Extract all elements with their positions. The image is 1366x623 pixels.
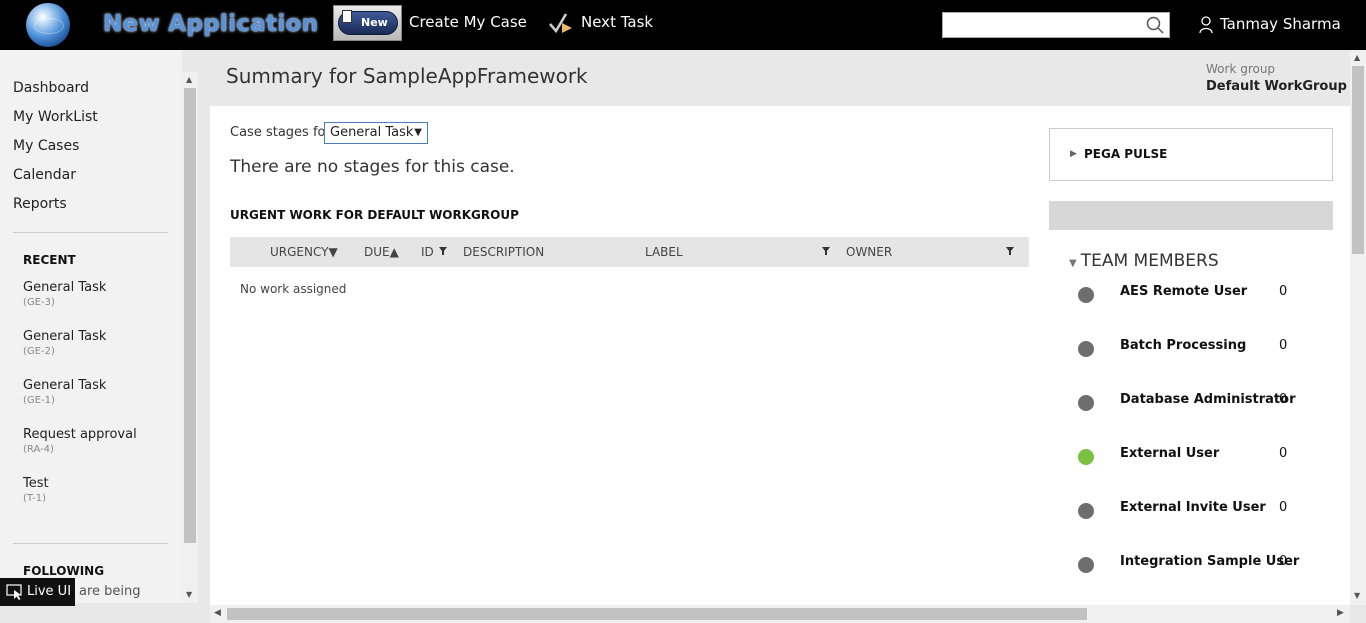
- urgent-work-heading: URGENT WORK FOR DEFAULT WORKGROUP: [230, 208, 519, 222]
- team-member-count: 0: [1279, 554, 1288, 569]
- scroll-down-icon[interactable]: ▼: [186, 590, 192, 599]
- no-work-message: No work assigned: [240, 282, 347, 296]
- team-member-name[interactable]: External Invite User: [1120, 500, 1266, 515]
- recent-item-title[interactable]: Test: [23, 476, 49, 491]
- filter-icon[interactable]: [1006, 247, 1014, 255]
- presence-offline-icon: [1078, 557, 1094, 573]
- filter-icon[interactable]: [822, 247, 830, 255]
- column-description[interactable]: DESCRIPTION: [463, 245, 544, 259]
- team-member-name[interactable]: External User: [1120, 446, 1219, 461]
- column-label[interactable]: LABEL: [645, 245, 683, 259]
- team-member-count: 0: [1279, 392, 1288, 407]
- sidebar-item-calendar[interactable]: Calendar: [13, 167, 76, 183]
- search-icon[interactable]: [1146, 16, 1164, 34]
- team-member-count: 0: [1279, 446, 1288, 461]
- next-task-icon[interactable]: [548, 11, 574, 35]
- expand-arrow-icon[interactable]: ▶: [1070, 149, 1077, 159]
- pega-pulse-title[interactable]: PEGA PULSE: [1084, 147, 1167, 161]
- urgent-work-table-header: URGENCY▼ DUE▲ ID DESCRIPTION LABEL OWNER: [230, 237, 1029, 267]
- recent-item-id: (T-1): [23, 493, 46, 504]
- team-members-title: TEAM MEMBERS: [1080, 251, 1219, 271]
- workgroup-value[interactable]: Default WorkGroup: [1206, 79, 1347, 94]
- recent-item-title[interactable]: General Task: [23, 378, 106, 393]
- team-member-name[interactable]: Database Administrator: [1120, 392, 1295, 407]
- scroll-left-icon[interactable]: ◀: [214, 608, 221, 618]
- presence-offline-icon: [1078, 395, 1094, 411]
- create-my-case-link[interactable]: Create My Case: [409, 13, 527, 31]
- app-title[interactable]: New Application: [103, 11, 318, 37]
- team-member-count: 0: [1279, 500, 1288, 515]
- following-text: are being: [79, 584, 141, 599]
- recent-item-title[interactable]: General Task: [23, 329, 106, 344]
- column-id[interactable]: ID: [421, 245, 434, 259]
- team-member-name[interactable]: Integration Sample User: [1120, 554, 1299, 569]
- main-horizontal-scrollbar[interactable]: ◀ ▶: [210, 605, 1350, 623]
- team-member-count: 0: [1279, 338, 1288, 353]
- sidebar-item-dashboard[interactable]: Dashboard: [13, 80, 89, 96]
- scroll-up-icon[interactable]: ▲: [186, 75, 192, 84]
- case-type-select[interactable]: General Task ▼: [324, 122, 428, 144]
- sort-desc-icon: ▼: [328, 245, 338, 259]
- case-type-select-value: General Task: [330, 125, 414, 140]
- main-content: Summary for SampleAppFramework Work grou…: [210, 50, 1350, 605]
- team-members-heading[interactable]: ▼ TEAM MEMBERS: [1069, 251, 1219, 271]
- pega-pulse-panel[interactable]: ▶ PEGA PULSE: [1049, 128, 1333, 181]
- recent-item-id: (GE-1): [23, 395, 55, 406]
- next-task-link[interactable]: Next Task: [581, 13, 653, 31]
- scroll-up-icon[interactable]: ▲: [1354, 53, 1360, 62]
- sidebar-item-my-cases[interactable]: My Cases: [13, 138, 79, 154]
- sidebar-item-reports[interactable]: Reports: [13, 196, 67, 212]
- sort-asc-icon: ▲: [389, 245, 399, 259]
- column-urgency-label: URGENCY: [270, 245, 329, 259]
- document-icon: [342, 10, 352, 23]
- horizontal-scroll-thumb[interactable]: [227, 608, 1087, 620]
- new-button[interactable]: New: [333, 5, 402, 41]
- main-vertical-scrollbar[interactable]: ▲ ▼: [1350, 50, 1366, 605]
- sidebar-divider: [13, 543, 168, 544]
- recent-heading: RECENT: [23, 253, 76, 267]
- sidebar-scroll-thumb[interactable]: [184, 88, 196, 543]
- presence-offline-icon: [1078, 503, 1094, 519]
- summary-header: Summary for SampleAppFramework Work grou…: [210, 50, 1350, 106]
- recent-item-id: (GE-2): [23, 346, 55, 357]
- workgroup-label: Work group: [1206, 62, 1276, 76]
- recent-item-id: (GE-3): [23, 297, 55, 308]
- presence-online-icon: [1078, 449, 1094, 465]
- top-bar: New Application New Create My Case Next …: [0, 0, 1366, 50]
- sidebar: Dashboard My WorkList My Cases Calendar …: [0, 50, 182, 603]
- column-owner[interactable]: OWNER: [846, 245, 892, 259]
- page-title: Summary for SampleAppFramework: [226, 64, 588, 88]
- globe-logo-icon[interactable]: [26, 3, 70, 47]
- scroll-down-icon[interactable]: ▼: [1354, 591, 1360, 600]
- recent-item-title[interactable]: Request approval: [23, 427, 137, 442]
- scroll-right-icon[interactable]: ▶: [1337, 608, 1344, 618]
- column-urgency[interactable]: URGENCY▼: [270, 245, 338, 259]
- dropdown-arrow-icon: ▼: [414, 127, 422, 138]
- sidebar-divider: [13, 232, 168, 233]
- recent-item-id: (RA-4): [23, 444, 54, 455]
- search-input[interactable]: [942, 12, 1170, 38]
- column-due-label: DUE: [364, 245, 390, 259]
- team-member-name[interactable]: AES Remote User: [1120, 284, 1247, 299]
- panel-divider-bar: [1049, 201, 1333, 230]
- user-icon[interactable]: [1199, 16, 1213, 34]
- filter-icon[interactable]: [439, 247, 447, 255]
- case-stages-label: Case stages for: [230, 125, 331, 140]
- user-name[interactable]: Tanmay Sharma: [1220, 15, 1341, 33]
- following-heading: FOLLOWING: [23, 564, 105, 578]
- presence-offline-icon: [1078, 287, 1094, 303]
- sidebar-scrollbar[interactable]: ▲ ▼: [182, 72, 198, 603]
- team-member-count: 0: [1279, 284, 1288, 299]
- no-stages-message: There are no stages for this case.: [230, 157, 515, 177]
- live-ui-icon: [6, 584, 22, 600]
- collapse-arrow-icon[interactable]: ▼: [1069, 258, 1077, 269]
- sidebar-item-my-worklist[interactable]: My WorkList: [13, 109, 98, 125]
- recent-item-title[interactable]: General Task: [23, 280, 106, 295]
- column-due[interactable]: DUE▲: [364, 245, 399, 259]
- presence-offline-icon: [1078, 341, 1094, 357]
- team-member-name[interactable]: Batch Processing: [1120, 338, 1246, 353]
- vertical-scroll-thumb[interactable]: [1352, 66, 1364, 254]
